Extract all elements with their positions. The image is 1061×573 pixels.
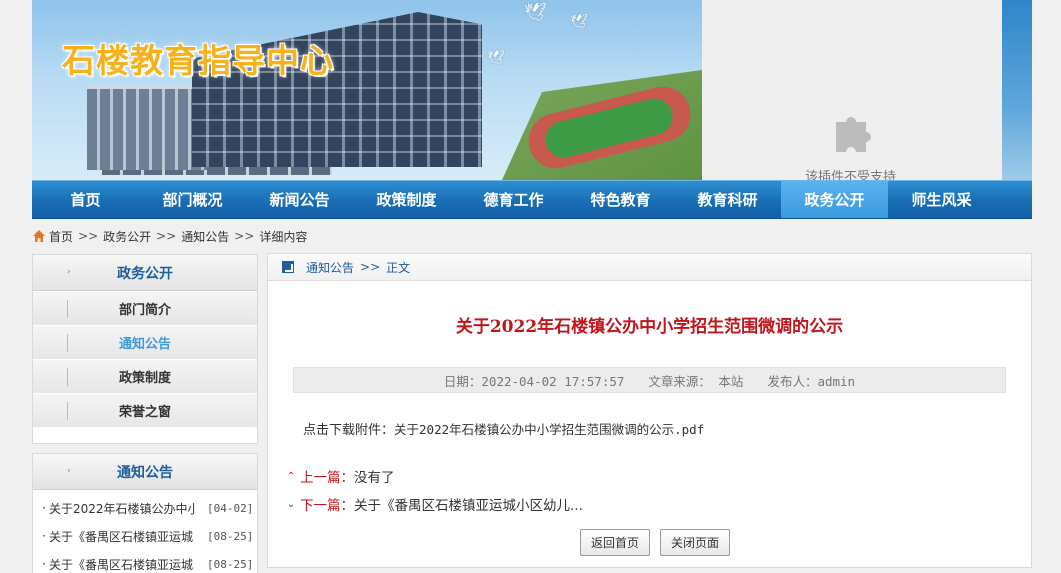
plugin-placeholder: 该插件不受支持 xyxy=(702,0,1002,180)
sidebar-item-policy[interactable]: 政策制度 xyxy=(33,360,257,393)
dove-icon: 🕊 xyxy=(487,50,505,66)
chevron-down-icon: ⌄ xyxy=(286,498,296,510)
sidebar-item-department-intro[interactable]: 部门简介 xyxy=(33,292,257,325)
nav-home[interactable]: 首页 xyxy=(32,181,139,218)
article-actions: 返回首页 关闭页面 xyxy=(580,529,731,556)
breadcrumb-notices[interactable]: 通知公告 xyxy=(181,228,229,245)
article-panel: 通知公告 >> 正文 关于2022年石楼镇公办中小学招生范围微调的公示 日期：2… xyxy=(267,253,1032,568)
site-title: 石楼教育指导中心 xyxy=(62,41,334,80)
plugin-message: 该插件不受支持 xyxy=(805,170,897,180)
sidebar-notices-title: 通知公告 xyxy=(117,464,173,481)
sidebar-section-header: › 政务公开 xyxy=(33,255,257,291)
nav-teachers-students[interactable]: 师生风采 xyxy=(888,181,995,218)
back-home-button[interactable]: 返回首页 xyxy=(580,529,651,556)
nav-news[interactable]: 新闻公告 xyxy=(246,181,353,218)
sidebar-notices: › 通知公告 · 关于2022年石楼镇公办中小 [04-02] · 关于《番禺区… xyxy=(32,453,258,573)
banner-building-left xyxy=(87,85,207,170)
list-item[interactable]: · 关于《番禺区石楼镇亚运城 [08-25] xyxy=(33,550,257,573)
main-nav: 首页 部门概况 新闻公告 政策制度 德育工作 特色教育 教育科研 政务公开 师生… xyxy=(32,180,1032,219)
notice-list: · 关于2022年石楼镇公办中小 [04-02] · 关于《番禺区石楼镇亚运城 … xyxy=(33,490,257,573)
breadcrumb-detail: 详细内容 xyxy=(259,229,308,244)
breadcrumb-home[interactable]: 首页 xyxy=(49,228,73,245)
prev-article: ⌃ 上一篇： 没有了 xyxy=(282,466,395,486)
sidebar-item-notices[interactable]: 通知公告 xyxy=(33,326,257,359)
nav-research[interactable]: 教育科研 xyxy=(674,181,781,218)
nav-department-overview[interactable]: 部门概况 xyxy=(139,181,246,218)
next-label: 下一篇： xyxy=(300,498,354,514)
article-publisher: 发布人：admin xyxy=(767,373,856,389)
article-title: 关于2022年石楼镇公办中小学招生范围微调的公示 xyxy=(455,317,844,337)
next-article: ⌄ 下一篇： 关于《番禺区石楼镇亚运城小区幼儿... xyxy=(282,494,583,514)
list-item[interactable]: · 关于《番禺区石楼镇亚运城 [08-25] xyxy=(33,522,257,550)
banner-sky-edge xyxy=(1002,0,1032,180)
close-page-button[interactable]: 关闭页面 xyxy=(660,529,731,556)
article-date: 日期：2022-04-02 17:57:57 xyxy=(443,373,625,389)
attachment-line: 点击下载附件：关于2022年石楼镇公办中小学招生范围微调的公示.pdf xyxy=(303,419,704,438)
list-item[interactable]: · 关于2022年石楼镇公办中小 [04-02] xyxy=(33,494,257,522)
nav-policy[interactable]: 政策制度 xyxy=(353,181,460,218)
article-meta: 日期：2022-04-02 17:57:57 文章来源： 本站 发布人：admi… xyxy=(293,367,1006,393)
sidebar-item-honors[interactable]: 荣誉之窗 xyxy=(33,394,257,427)
sidebar-section-title: 政务公开 xyxy=(117,265,173,282)
attachment-label: 点击下载附件： xyxy=(303,423,395,438)
nav-government-affairs[interactable]: 政务公开 xyxy=(781,181,888,218)
header-banner: 🕊 🕊 🕊 石楼教育指导中心 该插件不受支持 xyxy=(32,0,1032,180)
nav-featured-education[interactable]: 特色教育 xyxy=(567,181,674,218)
article-crumb-notices[interactable]: 通知公告 xyxy=(306,259,354,276)
prev-label: 上一篇： xyxy=(300,470,354,486)
breadcrumb-separator: >> xyxy=(156,229,177,243)
breadcrumb-government-affairs[interactable]: 政务公开 xyxy=(103,228,151,245)
prev-value: 没有了 xyxy=(354,470,395,486)
chevron-up-icon: ⌃ xyxy=(286,470,296,482)
puzzle-piece-icon xyxy=(836,117,871,152)
breadcrumb-separator: >> xyxy=(360,260,381,274)
nav-moral-education[interactable]: 德育工作 xyxy=(460,181,567,218)
attachment-link[interactable]: 关于2022年石楼镇公办中小学招生范围微调的公示.pdf xyxy=(394,422,704,437)
article-breadcrumb: 通知公告 >> 正文 xyxy=(268,254,1031,281)
arrow-right-icon: › xyxy=(67,267,71,277)
breadcrumb-separator: >> xyxy=(78,229,99,243)
next-article-link[interactable]: 关于《番禺区石楼镇亚运城小区幼儿... xyxy=(354,494,583,514)
arrow-box-icon xyxy=(282,261,294,273)
breadcrumb: 首页 >> 政务公开 >> 通知公告 >> 详细内容 xyxy=(32,228,307,244)
dove-icon: 🕊 xyxy=(570,14,588,30)
breadcrumb-separator: >> xyxy=(234,229,255,243)
sidebar-section-menu: › 政务公开 部门简介 通知公告 政策制度 荣誉之窗 xyxy=(32,254,258,444)
sidebar-notices-header: › 通知公告 xyxy=(33,454,257,490)
article-source: 文章来源： 本站 xyxy=(648,373,744,389)
dove-icon: 🕊 xyxy=(524,2,547,23)
home-icon xyxy=(33,230,45,242)
article-crumb-body: 正文 xyxy=(386,260,411,275)
arrow-right-icon: › xyxy=(67,466,71,476)
